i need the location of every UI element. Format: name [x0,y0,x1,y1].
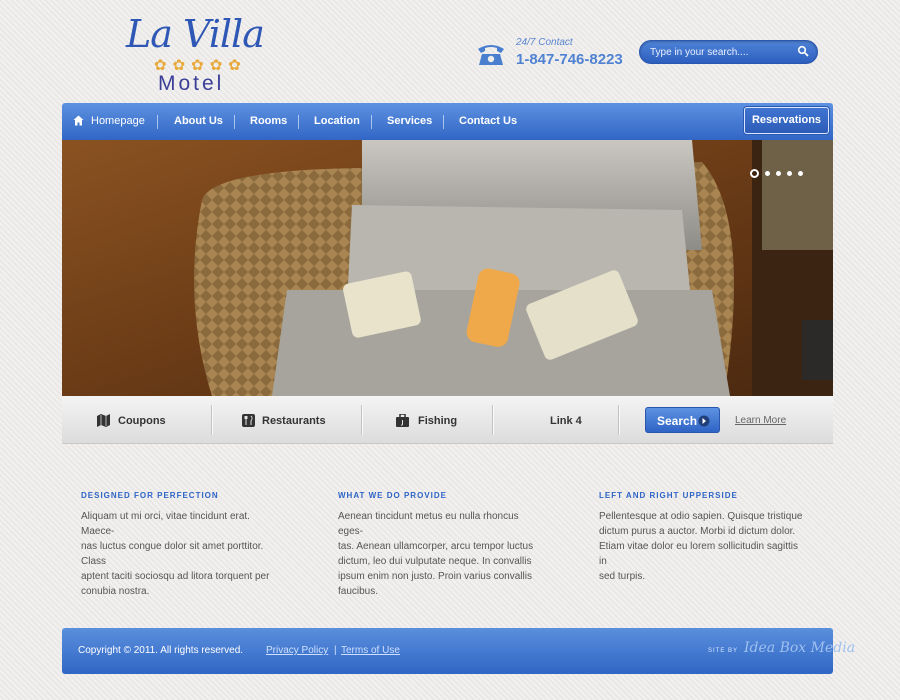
nav-item-about-us[interactable]: About Us [174,103,223,140]
text-line: sed turpis. [599,571,646,582]
hero-slideshow[interactable] [62,140,833,396]
map-icon [97,414,110,427]
search-button[interactable]: Search [645,407,720,433]
site-by-label: SITE BY [708,648,739,654]
arrow-right-icon [698,415,710,427]
column-text: Pellentesque at odio sapien. Quisque tri… [599,509,804,584]
feature-column-upperside: LEFT AND RIGHT UPPERSIDE Pellentesque at… [599,491,804,584]
site-search [639,40,818,64]
footer-divider: | [334,645,337,656]
text-line: ipsum enim non justo. Proin varius conva… [338,571,532,582]
tackle-box-icon [396,414,409,427]
slider-dot[interactable] [776,171,781,177]
column-title: DESIGNED FOR PERFECTION [81,491,219,500]
nav-separator [298,115,299,129]
reservations-button[interactable]: Reservations [744,107,829,134]
text-line: nas luctus congue dolor sit amet porttit… [81,541,264,567]
quicklink-coupons[interactable]: Coupons [118,396,166,443]
nav-item-contact-us[interactable]: Contact Us [459,103,517,140]
quicklinks-bar: Coupons Restaurants Fishing Link 4 Searc… [62,396,833,444]
quicklink-separator [211,405,213,435]
slider-dots [744,165,803,183]
main-nav: Homepage About Us Rooms Location Service… [62,103,833,140]
designer-logo[interactable]: Idea Box Media [744,640,855,656]
text-line: aptent taciti sociosqu ad litora torquen… [81,571,270,582]
logo-subtitle: Motel [158,72,225,95]
terms-of-use-link[interactable]: Terms of Use [341,645,400,656]
nav-item-rooms[interactable]: Rooms [250,103,287,140]
nav-separator [157,115,158,129]
quicklink-separator [492,405,494,435]
slider-dot[interactable] [787,171,792,177]
site-footer: Copyright © 2011. All rights reserved. P… [62,628,855,674]
column-text: Aenean tincidunt metus eu nulla rhoncus … [338,509,543,599]
column-title: LEFT AND RIGHT UPPERSIDE [599,491,738,500]
feature-column-perfection: DESIGNED FOR PERFECTION Aliquam ut mi or… [81,491,286,599]
quicklink-link-4[interactable]: Link 4 [550,396,582,443]
copyright-text: Copyright © 2011. All rights reserved. [78,645,244,656]
slider-dot[interactable] [798,171,803,177]
privacy-policy-link[interactable]: Privacy Policy [266,645,328,656]
home-icon [73,115,84,126]
text-line: dictum, leo dui vulputate neque. In conv… [338,556,532,567]
text-line: Pellentesque at odio sapien. Quisque tri… [599,511,803,522]
text-line: tas. Aenean ullamcorper, arcu tempor luc… [338,541,534,552]
quicklink-restaurants[interactable]: Restaurants [262,396,326,443]
contact-label: 24/7 Contact [516,37,573,48]
phone-icon [478,45,504,65]
nav-separator [371,115,372,129]
text-line: Aliquam ut mi orci, vitae tincidunt erat… [81,511,250,537]
quicklink-fishing[interactable]: Fishing [418,396,457,443]
nav-item-services[interactable]: Services [387,103,432,140]
slider-dot[interactable] [765,171,770,177]
logo-script-text: La Villa [126,12,265,56]
text-line: conubia nostra. [81,586,150,597]
search-input[interactable] [650,44,790,60]
utensils-icon [242,414,255,427]
feature-column-provide: WHAT WE DO PROVIDE Aenean tincidunt metu… [338,491,543,599]
hero-image-toiletries-basket [62,140,833,396]
site-logo[interactable]: La Villa ✿✿✿✿✿ Motel [118,12,268,97]
quicklink-separator [618,405,620,435]
nav-separator [443,115,444,129]
quicklink-separator [361,405,363,435]
search-icon[interactable] [797,45,809,57]
text-line: faucibus. [338,586,379,597]
nav-item-location[interactable]: Location [314,103,360,140]
learn-more-link[interactable]: Learn More [735,396,786,443]
column-text: Aliquam ut mi orci, vitae tincidunt erat… [81,509,286,599]
nav-item-homepage[interactable]: Homepage [91,103,145,140]
search-button-label: Search [657,414,698,428]
text-line: dictum purus a auctor. Morbi id dictum d… [599,526,796,537]
nav-separator [234,115,235,129]
contact-phone-number[interactable]: 1-847-746-8223 [516,51,623,68]
text-line: Aenean tincidunt metus eu nulla rhoncus … [338,511,519,537]
slider-dot[interactable] [750,169,759,179]
text-line: Etiam vitae dolor eu lorem sollicitudin … [599,541,798,567]
column-title: WHAT WE DO PROVIDE [338,491,447,500]
